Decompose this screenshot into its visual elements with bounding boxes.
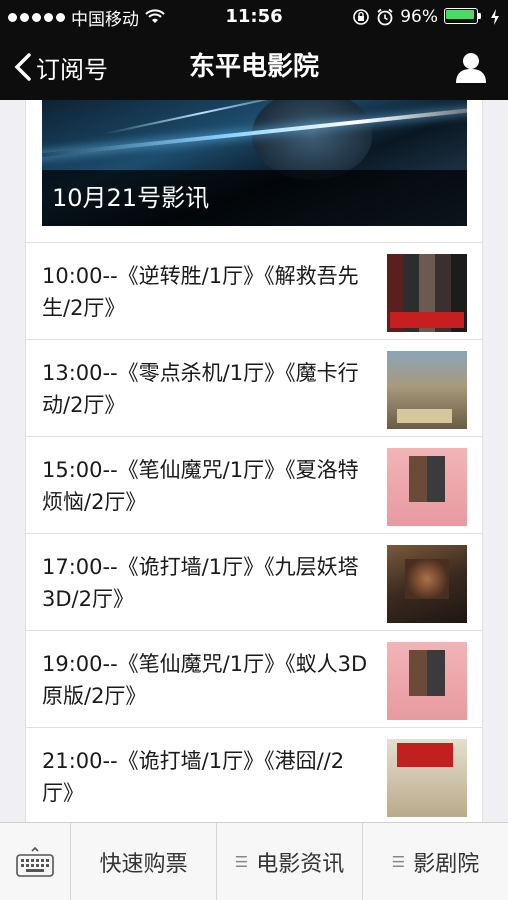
profile-icon[interactable]: [454, 50, 488, 84]
submenu-icon: ☰: [234, 852, 249, 871]
schedule-text: 15:00--《笔仙魔咒/1厅》《夏洛特烦恼/2厅》: [42, 458, 359, 514]
nav-bar: 订阅号 东平电影院: [0, 34, 508, 100]
submenu-icon: ☰: [391, 852, 406, 871]
rotation-lock-icon: [353, 9, 370, 25]
menu-quick-ticket[interactable]: 快速购票: [71, 823, 217, 900]
menu-movie-news[interactable]: ☰ 电影资讯: [217, 823, 363, 900]
page-title: 东平电影院: [188, 52, 319, 82]
bottom-menu-bar: 快速购票 ☰ 电影资讯 ☰ 影剧院: [0, 822, 508, 900]
battery-percent: 96%: [400, 7, 438, 27]
schedule-text: 17:00--《诡打墙/1厅》《九层妖塔3D/2厅》: [42, 555, 359, 611]
battery-level-fill: [446, 10, 474, 19]
banner-caption: 10月21号影讯: [42, 170, 467, 226]
movie-poster-thumbnail: [387, 739, 467, 817]
charging-icon: [491, 9, 499, 25]
alarm-icon: [377, 8, 393, 26]
schedule-text: 13:00--《零点杀机/1厅》《魔卡行动/2厅》: [42, 361, 359, 417]
movie-poster-thumbnail: [387, 254, 467, 332]
schedule-list: 10:00--《逆转胜/1厅》《解救吾先生/2厅》 13:00--《零点杀机/1…: [26, 242, 482, 822]
battery-icon: [444, 8, 484, 26]
movie-poster-thumbnail: [387, 642, 467, 720]
menu-theater[interactable]: ☰ 影剧院: [363, 823, 508, 900]
keyboard-icon: [16, 846, 54, 877]
schedule-item[interactable]: 13:00--《零点杀机/1厅》《魔卡行动/2厅》: [26, 339, 482, 436]
menu-label: 影剧院: [413, 851, 480, 877]
schedule-item[interactable]: 21:00--《诡打墙/1厅》《港囧//2厅》: [26, 727, 482, 822]
schedule-text: 19:00--《笔仙魔咒/1厅》《蚁人3D原版/2厅》: [42, 652, 368, 708]
schedule-item[interactable]: 10:00--《逆转胜/1厅》《解救吾先生/2厅》: [26, 242, 482, 339]
keyboard-toggle-button[interactable]: [0, 823, 71, 900]
article-content: 10月21号影讯 10:00--《逆转胜/1厅》《解救吾先生/2厅》 13:00…: [25, 100, 483, 822]
movie-poster-thumbnail: [387, 545, 467, 623]
menu-label: 快速购票: [99, 851, 188, 877]
movie-poster-thumbnail: [387, 351, 467, 429]
schedule-item[interactable]: 15:00--《笔仙魔咒/1厅》《夏洛特烦恼/2厅》: [26, 436, 482, 533]
schedule-text: 10:00--《逆转胜/1厅》《解救吾先生/2厅》: [42, 264, 359, 320]
movie-poster-thumbnail: [387, 448, 467, 526]
menu-label: 电影资讯: [256, 851, 345, 877]
schedule-item[interactable]: 17:00--《诡打墙/1厅》《九层妖塔3D/2厅》: [26, 533, 482, 630]
status-right: 96%: [352, 0, 500, 34]
status-bar: 中国移动 11:56 96%: [0, 0, 508, 34]
banner-image[interactable]: 10月21号影讯: [42, 100, 467, 226]
schedule-item[interactable]: 19:00--《笔仙魔咒/1厅》《蚁人3D原版/2厅》: [26, 630, 482, 727]
schedule-text: 21:00--《诡打墙/1厅》《港囧//2厅》: [42, 749, 345, 805]
